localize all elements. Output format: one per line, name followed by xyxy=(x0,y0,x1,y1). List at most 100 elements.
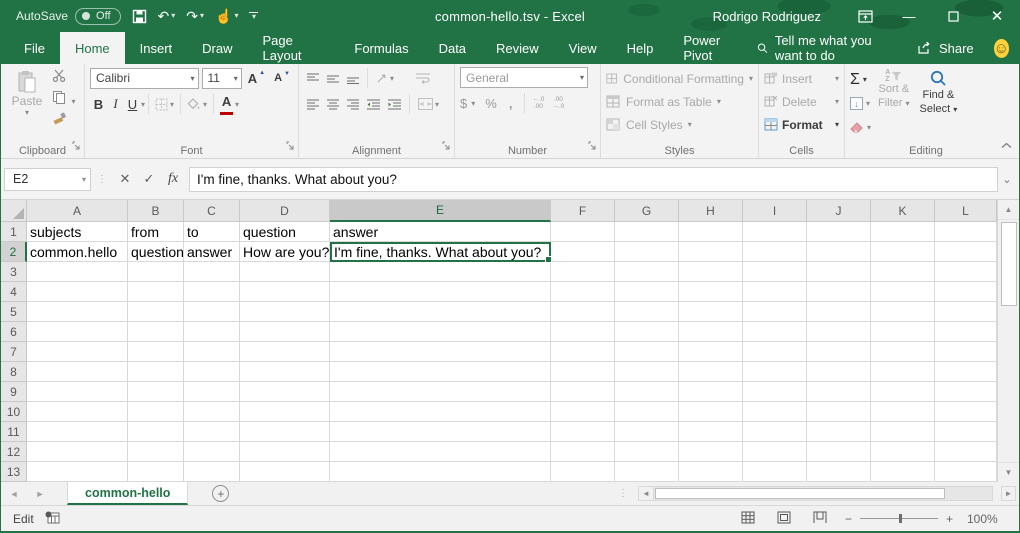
cell-L9[interactable] xyxy=(935,382,997,402)
autosave-toggle[interactable]: AutoSave Off xyxy=(16,8,121,25)
cell-G2[interactable] xyxy=(615,242,679,262)
cell-F3[interactable] xyxy=(551,262,615,282)
column-header-L[interactable]: L xyxy=(935,200,997,222)
wrap-text-button[interactable] xyxy=(413,67,433,89)
tab-home[interactable]: Home xyxy=(60,32,125,64)
previous-sheet-arrow[interactable]: ◄ xyxy=(1,482,27,505)
cell-D8[interactable] xyxy=(240,362,330,382)
column-header-D[interactable]: D xyxy=(240,200,330,222)
row-header-4[interactable]: 4 xyxy=(1,282,27,302)
decrease-decimal-button[interactable]: .00→.0 xyxy=(552,96,564,111)
column-header-H[interactable]: H xyxy=(679,200,743,222)
cell-I4[interactable] xyxy=(743,282,807,302)
cell-J12[interactable] xyxy=(807,442,871,462)
zoom-in-button[interactable]: + xyxy=(946,512,953,526)
underline-button[interactable]: U xyxy=(124,97,141,112)
cell-C11[interactable] xyxy=(184,422,240,442)
cell-H11[interactable] xyxy=(679,422,743,442)
cell-H6[interactable] xyxy=(679,322,743,342)
cell-D11[interactable] xyxy=(240,422,330,442)
cell-G8[interactable] xyxy=(615,362,679,382)
cell-I8[interactable] xyxy=(743,362,807,382)
cell-G10[interactable] xyxy=(615,402,679,422)
cell-G5[interactable] xyxy=(615,302,679,322)
cell-styles-button[interactable]: Cell Styles ▾ xyxy=(606,113,753,136)
zoom-out-button[interactable]: − xyxy=(845,512,852,526)
comma-style-button[interactable]: , xyxy=(509,96,513,111)
horizontal-scroll-thumb[interactable] xyxy=(655,488,945,499)
delete-cells-button[interactable]: Delete ▾ xyxy=(764,90,839,113)
cell-L4[interactable] xyxy=(935,282,997,302)
increase-decimal-button[interactable]: ←.0.00 xyxy=(532,96,544,111)
scroll-up-arrow[interactable]: ▲ xyxy=(998,200,1020,220)
cell-I1[interactable] xyxy=(743,222,807,242)
confirm-entry-button[interactable]: ✓ xyxy=(137,168,161,191)
cell-K7[interactable] xyxy=(871,342,935,362)
cell-B10[interactable] xyxy=(128,402,184,422)
cell-K8[interactable] xyxy=(871,362,935,382)
column-header-F[interactable]: F xyxy=(551,200,615,222)
column-header-B[interactable]: B xyxy=(128,200,184,222)
redo-button[interactable]: ↷ ▾ xyxy=(186,9,204,23)
cell-A10[interactable] xyxy=(27,402,128,422)
cell-J9[interactable] xyxy=(807,382,871,402)
close-button[interactable]: ✕ xyxy=(975,0,1019,32)
cell-J5[interactable] xyxy=(807,302,871,322)
sort-filter-button[interactable]: AZ Sort & Filter ▾ xyxy=(875,67,913,139)
touch-mode-button[interactable]: ☝ ▾ xyxy=(215,9,238,23)
column-header-C[interactable]: C xyxy=(184,200,240,222)
cell-E13[interactable] xyxy=(330,462,551,482)
collapse-ribbon-button[interactable] xyxy=(1001,136,1012,154)
cell-L8[interactable] xyxy=(935,362,997,382)
row-header-13[interactable]: 13 xyxy=(1,462,27,482)
cell-G13[interactable] xyxy=(615,462,679,482)
row-header-12[interactable]: 12 xyxy=(1,442,27,462)
vertical-scroll-thumb[interactable] xyxy=(1001,222,1017,306)
tab-view[interactable]: View xyxy=(554,32,612,64)
cell-F10[interactable] xyxy=(551,402,615,422)
font-color-button[interactable]: A ▾ xyxy=(217,93,242,115)
cell-D9[interactable] xyxy=(240,382,330,402)
cell-A2[interactable]: common.hello xyxy=(27,242,128,262)
cell-C10[interactable] xyxy=(184,402,240,422)
cell-L10[interactable] xyxy=(935,402,997,422)
cell-G9[interactable] xyxy=(615,382,679,402)
macro-record-button[interactable] xyxy=(45,511,60,527)
cell-H8[interactable] xyxy=(679,362,743,382)
cell-C8[interactable] xyxy=(184,362,240,382)
minimize-button[interactable]: — xyxy=(887,0,931,32)
cell-K1[interactable] xyxy=(871,222,935,242)
tab-file[interactable]: File xyxy=(9,32,60,64)
cell-E10[interactable] xyxy=(330,402,551,422)
cell-K13[interactable] xyxy=(871,462,935,482)
insert-cells-button[interactable]: Insert ▾ xyxy=(764,67,839,90)
tab-data[interactable]: Data xyxy=(424,32,481,64)
cell-F13[interactable] xyxy=(551,462,615,482)
zoom-slider-handle[interactable] xyxy=(899,514,902,523)
tab-review[interactable]: Review xyxy=(481,32,554,64)
cell-B1[interactable]: from xyxy=(128,222,184,242)
horizontal-scroll-track[interactable] xyxy=(653,486,993,501)
touch-mode-caret-icon[interactable]: ▾ xyxy=(234,12,238,20)
find-select-button[interactable]: Find & Select ▾ xyxy=(917,67,961,139)
cell-H13[interactable] xyxy=(679,462,743,482)
cell-A5[interactable] xyxy=(27,302,128,322)
cell-D12[interactable] xyxy=(240,442,330,462)
decrease-indent-button[interactable] xyxy=(364,93,383,115)
cell-L3[interactable] xyxy=(935,262,997,282)
cell-J8[interactable] xyxy=(807,362,871,382)
cell-E1[interactable]: answer xyxy=(330,222,551,242)
feedback-smiley-icon[interactable]: ☺ xyxy=(994,39,1009,58)
tab-page-layout[interactable]: Page Layout xyxy=(248,32,340,64)
cell-D10[interactable] xyxy=(240,402,330,422)
cell-A13[interactable] xyxy=(27,462,128,482)
cell-I10[interactable] xyxy=(743,402,807,422)
row-header-10[interactable]: 10 xyxy=(1,402,27,422)
undo-caret-icon[interactable]: ▾ xyxy=(171,12,175,20)
top-align-button[interactable] xyxy=(304,67,322,89)
accounting-caret-icon[interactable]: ▾ xyxy=(471,99,475,108)
italic-button[interactable]: I xyxy=(107,96,124,112)
ribbon-display-options-button[interactable] xyxy=(843,0,887,32)
format-painter-button[interactable] xyxy=(52,112,75,130)
row-header-8[interactable]: 8 xyxy=(1,362,27,382)
